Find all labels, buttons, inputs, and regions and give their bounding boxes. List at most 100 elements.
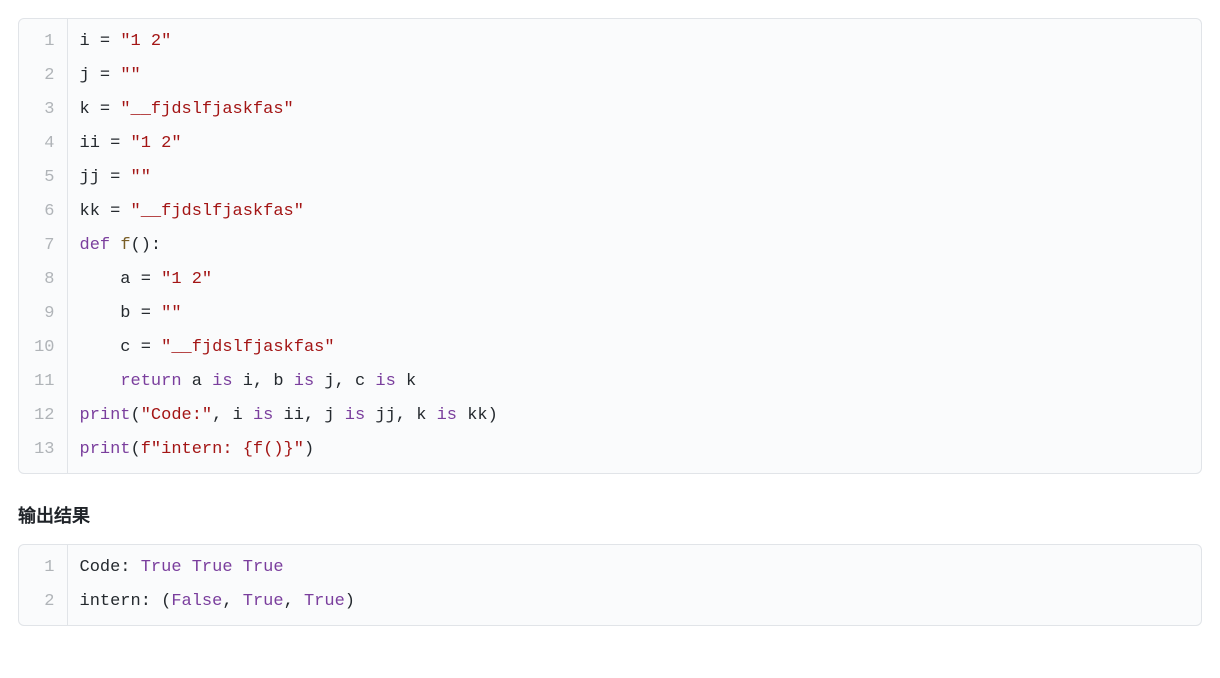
token: )	[304, 440, 314, 459]
line-content: ii = "1 2"	[67, 127, 1201, 161]
token: ,	[284, 592, 304, 611]
line-content: i = "1 2"	[67, 19, 1201, 59]
code-row: 2j = ""	[19, 59, 1201, 93]
line-number: 2	[19, 585, 67, 625]
token: ,	[222, 592, 242, 611]
line-content: k = "__fjdslfjaskfas"	[67, 93, 1201, 127]
token: print	[80, 406, 131, 425]
token: is	[212, 372, 232, 391]
token: ""	[120, 66, 140, 85]
output-row: 1Code: True True True	[19, 545, 1201, 585]
code-row: 6kk = "__fjdslfjaskfas"	[19, 195, 1201, 229]
token: ""	[161, 304, 181, 323]
token: a	[182, 372, 213, 391]
line-content: intern: (False, True, True)	[67, 585, 1201, 625]
source-code-table: 1i = "1 2"2j = ""3k = "__fjdslfjaskfas"4…	[19, 19, 1201, 473]
token: return	[120, 372, 181, 391]
code-row: 9 b = ""	[19, 297, 1201, 331]
line-content: j = ""	[67, 59, 1201, 93]
line-content: c = "__fjdslfjaskfas"	[67, 331, 1201, 365]
line-content: kk = "__fjdslfjaskfas"	[67, 195, 1201, 229]
line-number: 8	[19, 263, 67, 297]
line-content: def f():	[67, 229, 1201, 263]
token: ii =	[80, 134, 131, 153]
token: i, b	[233, 372, 294, 391]
token: k	[396, 372, 416, 391]
token: j =	[80, 66, 121, 85]
output-heading: 输出结果	[18, 502, 1202, 528]
token: is	[345, 406, 365, 425]
line-number: 2	[19, 59, 67, 93]
token: True	[304, 592, 345, 611]
token: jj =	[80, 168, 131, 187]
source-code-block: 1i = "1 2"2j = ""3k = "__fjdslfjaskfas"4…	[18, 18, 1202, 474]
line-number: 12	[19, 399, 67, 433]
output-row: 2intern: (False, True, True)	[19, 585, 1201, 625]
token: f"intern: {f()}"	[141, 440, 304, 459]
token: is	[437, 406, 457, 425]
token: "1 2"	[161, 270, 212, 289]
token: True	[192, 558, 233, 577]
code-row: 11 return a is i, b is j, c is k	[19, 365, 1201, 399]
line-content: print("Code:", i is ii, j is jj, k is kk…	[67, 399, 1201, 433]
token: False	[171, 592, 222, 611]
token: ii, j	[273, 406, 344, 425]
line-content: Code: True True True	[67, 545, 1201, 585]
line-number: 1	[19, 545, 67, 585]
line-content: print(f"intern: {f()}")	[67, 433, 1201, 473]
code-row: 10 c = "__fjdslfjaskfas"	[19, 331, 1201, 365]
line-number: 3	[19, 93, 67, 127]
token: is	[294, 372, 314, 391]
line-number: 11	[19, 365, 67, 399]
token: intern: (	[80, 592, 172, 611]
token: )	[345, 592, 355, 611]
token: a =	[80, 270, 162, 289]
code-row: 13print(f"intern: {f()}")	[19, 433, 1201, 473]
line-number: 10	[19, 331, 67, 365]
code-row: 4ii = "1 2"	[19, 127, 1201, 161]
token: print	[80, 440, 131, 459]
token: "__fjdslfjaskfas"	[120, 100, 293, 119]
token: "Code:"	[141, 406, 212, 425]
token: def	[80, 236, 111, 255]
line-number: 1	[19, 19, 67, 59]
line-content: b = ""	[67, 297, 1201, 331]
code-row: 3k = "__fjdslfjaskfas"	[19, 93, 1201, 127]
token: is	[253, 406, 273, 425]
token: True	[243, 592, 284, 611]
code-row: 7def f():	[19, 229, 1201, 263]
line-number: 6	[19, 195, 67, 229]
token: kk)	[457, 406, 498, 425]
line-number: 13	[19, 433, 67, 473]
line-number: 5	[19, 161, 67, 195]
token: True	[243, 558, 284, 577]
line-number: 7	[19, 229, 67, 263]
token: (	[131, 406, 141, 425]
token: "__fjdslfjaskfas"	[161, 338, 334, 357]
token: jj, k	[365, 406, 436, 425]
output-table: 1Code: True True True2intern: (False, Tr…	[19, 545, 1201, 625]
token: k =	[80, 100, 121, 119]
line-content: jj = ""	[67, 161, 1201, 195]
token	[80, 372, 121, 391]
token: c =	[80, 338, 162, 357]
code-row: 1i = "1 2"	[19, 19, 1201, 59]
code-row: 12print("Code:", i is ii, j is jj, k is …	[19, 399, 1201, 433]
token: ""	[131, 168, 151, 187]
token	[182, 558, 192, 577]
token	[110, 236, 120, 255]
token	[233, 558, 243, 577]
token: is	[375, 372, 395, 391]
token: ():	[131, 236, 162, 255]
code-row: 8 a = "1 2"	[19, 263, 1201, 297]
output-block: 1Code: True True True2intern: (False, Tr…	[18, 544, 1202, 626]
token: i =	[80, 32, 121, 51]
token: , i	[212, 406, 253, 425]
line-number: 9	[19, 297, 67, 331]
token: f	[120, 236, 130, 255]
token: j, c	[314, 372, 375, 391]
token: True	[141, 558, 182, 577]
token: "1 2"	[131, 134, 182, 153]
token: kk =	[80, 202, 131, 221]
line-content: return a is i, b is j, c is k	[67, 365, 1201, 399]
